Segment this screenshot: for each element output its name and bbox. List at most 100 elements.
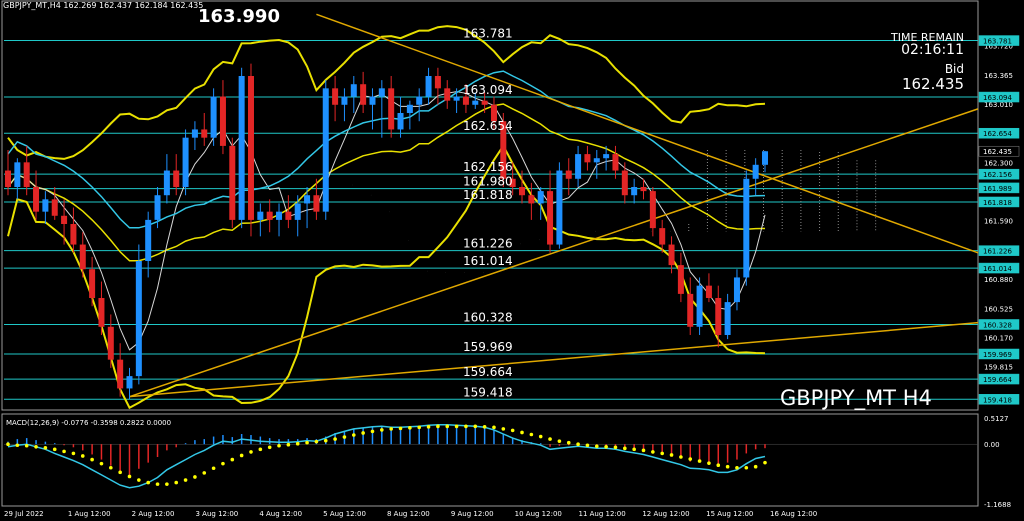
signal-dot [109, 465, 113, 470]
signal-dot [585, 443, 590, 448]
signal-dot [436, 424, 440, 429]
signal-dot [753, 464, 758, 469]
level-label: 161.980 [463, 175, 513, 189]
candle-body [378, 88, 385, 97]
level-label: 159.418 [463, 385, 513, 399]
signal-dot [473, 424, 478, 429]
candle-body [715, 298, 722, 335]
signal-dot [688, 457, 693, 461]
signal-dot [725, 464, 730, 469]
signal-dot [211, 466, 216, 471]
time-tick: 3 Aug 12:00 [196, 510, 239, 518]
signal-dot [660, 451, 664, 456]
candle-body [434, 76, 441, 89]
signal-dot [566, 440, 571, 445]
candle-body [23, 162, 30, 187]
symbol-label: GBPJPY_MT H4 [780, 386, 932, 410]
level-label: 161.226 [463, 237, 513, 251]
signal-dot [370, 429, 375, 434]
signal-dot [193, 475, 197, 479]
level-label: 162.654 [463, 119, 513, 133]
signal-dot [464, 424, 468, 429]
candle-body [89, 269, 96, 298]
signal-dot [557, 439, 562, 443]
signal-dot [623, 446, 627, 451]
price-tag-text: 163.781 [983, 38, 1012, 46]
candle-body [145, 219, 152, 261]
level-label: 159.969 [463, 340, 513, 354]
signal-dot [286, 442, 291, 447]
signal-dot [398, 426, 403, 431]
signal-dot [34, 444, 38, 449]
signal-dot [744, 465, 749, 470]
candle-body [668, 244, 675, 266]
candle-body [762, 151, 768, 165]
price-tag-text: 160.328 [983, 321, 1012, 329]
candle-body [163, 170, 170, 196]
level-label: 160.328 [463, 310, 513, 324]
price-tag-text: 161.014 [983, 265, 1012, 273]
level-label: 161.818 [463, 188, 513, 202]
signal-dot [492, 425, 496, 430]
candle-body [444, 88, 451, 101]
signal-dot [763, 460, 767, 465]
signal-dot [641, 448, 646, 453]
candle-body [79, 244, 86, 270]
candle-body [201, 129, 208, 138]
signal-dot [6, 442, 10, 447]
signal-dot [651, 450, 655, 454]
signal-dot [426, 425, 431, 429]
signal-dot [127, 474, 132, 479]
signal-dot [90, 457, 94, 462]
candle-body [425, 76, 432, 97]
signal-dot [137, 478, 141, 482]
price-tag-text: 159.969 [983, 351, 1012, 359]
signal-dot [99, 461, 104, 466]
signal-dot [604, 444, 608, 449]
candle-body [238, 76, 245, 220]
level-label: 163.094 [463, 83, 513, 97]
candle-body [350, 84, 357, 97]
candle-body [472, 100, 479, 105]
signal-dot [277, 443, 281, 448]
candle-body [107, 326, 114, 360]
time-tick: 10 Aug 12:00 [515, 510, 562, 518]
candle-body [304, 195, 311, 204]
candle-body [462, 96, 469, 105]
signal-dot [351, 433, 356, 437]
price-tick: 160.170 [984, 334, 1013, 342]
price-tick: 159.815 [984, 364, 1013, 372]
signal-dot [669, 453, 674, 457]
candle-body [453, 96, 460, 101]
candle-body [575, 154, 582, 179]
signal-dot [408, 426, 412, 430]
candle-body [406, 104, 413, 113]
candle-body [70, 224, 77, 245]
candle-body [191, 129, 198, 138]
candle-body [677, 265, 684, 294]
signal-dot [230, 457, 235, 462]
candle-body [154, 195, 161, 220]
signal-dot [174, 480, 179, 485]
candle-body [61, 215, 68, 224]
level-label: 161.014 [463, 254, 513, 268]
time-tick: 8 Aug 12:00 [387, 510, 430, 518]
candle-body [743, 178, 750, 278]
signal-dot [389, 427, 393, 431]
candle-body [332, 88, 339, 105]
candle-body [51, 199, 58, 216]
signal-dot [632, 447, 636, 452]
signal-dot [305, 440, 309, 445]
candle-body [565, 170, 572, 179]
candle-body [98, 298, 105, 327]
price-tag-text: 162.156 [983, 171, 1012, 179]
signal-dot [697, 459, 702, 463]
signal-dot [258, 447, 263, 452]
signal-dot [62, 449, 66, 454]
signal-dot [417, 425, 422, 430]
price-tick: 160.880 [984, 276, 1013, 284]
price-chart[interactable]: 163.781163.094162.654162.156161.980161.8… [0, 0, 1024, 521]
level-label: 162.156 [463, 160, 513, 174]
candle-body [276, 211, 283, 220]
candle-body [687, 293, 694, 327]
